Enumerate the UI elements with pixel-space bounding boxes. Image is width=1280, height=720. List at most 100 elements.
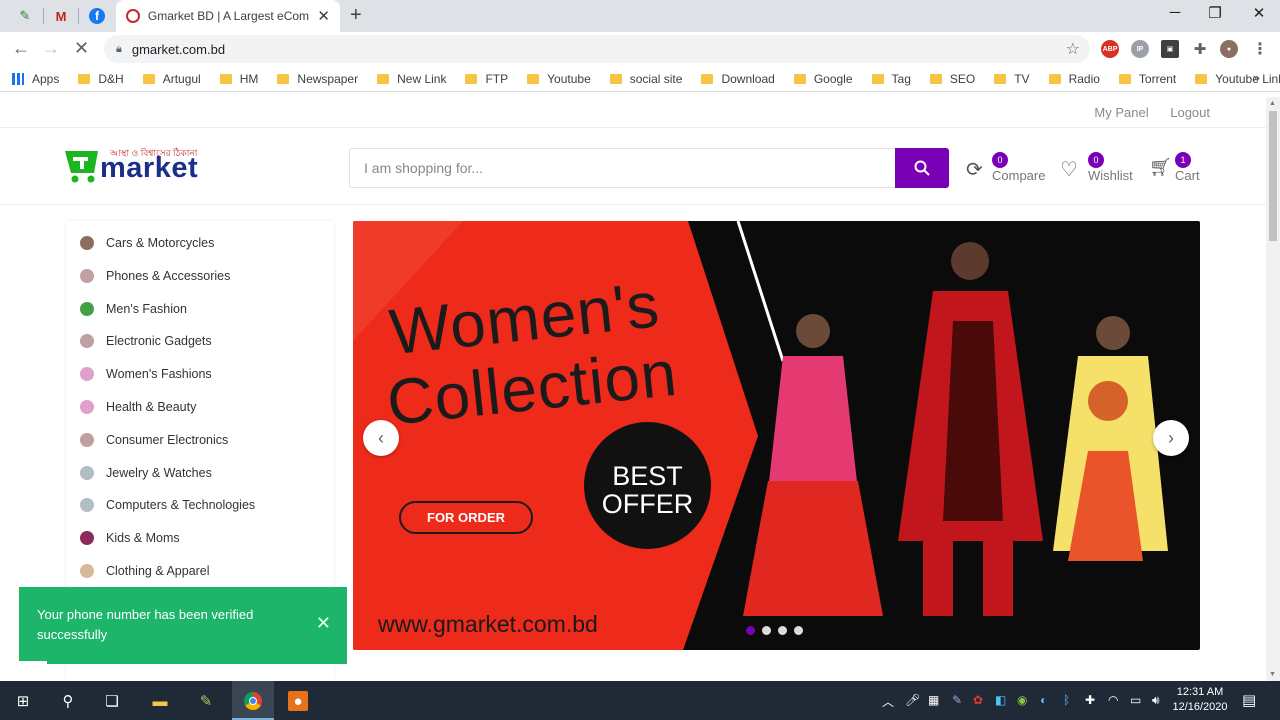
bookmark-folder[interactable]: HM	[219, 72, 258, 86]
bookmark-folder[interactable]: New Link	[377, 72, 446, 86]
bookmark-folder[interactable]: Tag	[871, 72, 911, 86]
toast-close-icon[interactable]: ✕	[316, 613, 331, 633]
my-panel-link[interactable]: My Panel	[1094, 105, 1148, 120]
logout-link[interactable]: Logout	[1170, 105, 1210, 120]
next-slide-button[interactable]: ›	[1153, 420, 1189, 456]
active-tab[interactable]: Gmarket BD | A Largest eCommerce ✕	[116, 0, 340, 32]
forward-icon[interactable]: →	[42, 38, 60, 59]
media-app-icon[interactable]: ●	[288, 691, 308, 711]
file-explorer-icon[interactable]: ▬	[150, 691, 170, 711]
category-icon	[80, 268, 94, 283]
new-tab-icon[interactable]: +	[350, 4, 362, 27]
slide-dot[interactable]	[746, 626, 755, 635]
bluetooth-icon[interactable]: ᛒ	[1063, 693, 1070, 707]
more-bookmarks-icon[interactable]: »	[1253, 70, 1260, 85]
search-icon[interactable]: ⚲	[58, 691, 78, 711]
notifications-icon[interactable]: ▤	[1242, 691, 1256, 709]
bookmark-folder[interactable]: Newspaper	[277, 72, 358, 86]
tray-app-icon[interactable]: ◉	[1017, 693, 1027, 707]
category-item[interactable]: Jewelry & Watches	[80, 465, 212, 480]
tray-app-icon[interactable]: ✚	[1085, 693, 1095, 707]
keyboard-icon[interactable]: ▦	[928, 693, 939, 707]
page-scrollbar[interactable]: ▲ ▼	[1266, 97, 1280, 681]
battery-icon[interactable]: ▭	[1130, 693, 1141, 707]
bookmark-folder[interactable]: D&H	[78, 72, 124, 86]
category-item[interactable]: Kids & Moms	[80, 531, 180, 546]
stop-icon[interactable]: ✕	[74, 38, 89, 59]
chrome-icon[interactable]	[243, 691, 263, 711]
scroll-up-icon[interactable]: ▲	[1269, 100, 1276, 107]
prev-slide-button[interactable]: ‹	[363, 420, 399, 456]
ip-extension-icon[interactable]: IP	[1131, 40, 1149, 58]
category-item[interactable]: Clothing & Apparel	[80, 564, 210, 578]
bookmark-folder[interactable]: Artugul	[142, 72, 201, 86]
category-icon	[80, 564, 94, 578]
slide-dot[interactable]	[778, 626, 787, 635]
category-item[interactable]: Phones & Accessories	[80, 268, 230, 283]
search-button[interactable]	[895, 148, 949, 188]
screenshot-extension-icon[interactable]: ▣	[1161, 40, 1179, 58]
volume-icon[interactable]: 🔊︎	[1152, 693, 1160, 708]
scroll-down-icon[interactable]: ▼	[1269, 671, 1276, 678]
bookmark-folder[interactable]: Google	[793, 72, 853, 86]
cart-button[interactable]: 🛒︎ 1 Cart	[1149, 152, 1209, 188]
tray-app-icon[interactable]: ◐	[1040, 693, 1047, 707]
bookmark-apps[interactable]: Apps	[12, 72, 59, 86]
bookmark-folder[interactable]: social site	[609, 72, 682, 86]
app-icon[interactable]: ✎	[196, 691, 216, 711]
tray-app-icon[interactable]: ◧	[995, 693, 1006, 707]
tray-chevron-icon[interactable]: ︿	[882, 693, 894, 710]
for-order-button[interactable]: FOR ORDER	[399, 501, 533, 534]
bookmark-folder[interactable]: Download	[701, 71, 775, 86]
category-item[interactable]: Consumer Electronics	[80, 432, 228, 447]
pinned-tab-facebook-icon[interactable]: f	[84, 4, 110, 28]
search-input[interactable]: I am shopping for...	[349, 148, 896, 188]
category-item[interactable]: Health & Beauty	[80, 400, 196, 414]
bookmark-label: Youtube Link	[1215, 71, 1280, 86]
category-item[interactable]: Computers & Technologies	[80, 498, 255, 513]
category-item[interactable]: Electronic Gadgets	[80, 334, 212, 349]
address-bar[interactable]: 🔒︎ gmarket.com.bd ☆	[104, 35, 1090, 63]
scroll-thumb[interactable]	[1269, 111, 1277, 241]
close-tab-icon[interactable]: ✕	[317, 7, 330, 25]
restore-icon[interactable]: ❐	[1192, 4, 1238, 22]
bookmark-label: Download	[721, 71, 775, 86]
wifi-icon[interactable]: ◠	[1108, 693, 1118, 707]
star-icon[interactable]: ☆	[1066, 39, 1080, 59]
pen-icon[interactable]: ✎	[952, 693, 962, 707]
category-item[interactable]: Men's Fashion	[80, 301, 187, 316]
slide-dot[interactable]	[794, 626, 803, 635]
close-window-icon[interactable]: ✕	[1236, 4, 1280, 22]
bookmark-folder[interactable]: FTP	[465, 72, 508, 86]
pinned-tab-leaf-icon[interactable]: ✎	[12, 4, 38, 28]
slide-dots	[746, 626, 810, 635]
bookmark-folder[interactable]: Youtube Link	[1195, 72, 1280, 86]
taskbar-clock[interactable]: 12:31 AM 12/16/2020	[1168, 685, 1232, 715]
back-icon[interactable]: ←	[12, 38, 30, 59]
menu-icon[interactable]: ⋮	[1251, 40, 1269, 58]
logo-text: market	[100, 152, 199, 184]
category-label: Health & Beauty	[106, 400, 197, 414]
bookmark-folder[interactable]: Radio	[1048, 72, 1100, 86]
bookmark-label: New Link	[397, 71, 447, 86]
tray-app-icon[interactable]: ✿	[973, 693, 983, 707]
slide-dot[interactable]	[762, 626, 771, 635]
microphone-icon[interactable]: 🎤︎	[905, 693, 920, 707]
pinned-tab-gmail-icon[interactable]: M	[48, 4, 74, 28]
wishlist-button[interactable]: ♡ 0 Wishlist	[1060, 152, 1140, 188]
address-url[interactable]: gmarket.com.bd	[132, 42, 225, 57]
task-view-icon[interactable]: ❏	[102, 691, 122, 711]
bookmark-folder[interactable]: TV	[994, 72, 1030, 86]
bookmark-folder[interactable]: Torrent	[1118, 72, 1176, 86]
hero-banner[interactable]: Women's Collection FOR ORDER BEST OFFER …	[353, 221, 1200, 650]
compare-button[interactable]: ⟳ 0 Compare	[966, 152, 1050, 188]
profile-avatar[interactable]: ●	[1220, 40, 1238, 58]
bookmark-folder[interactable]: SEO	[929, 72, 975, 86]
category-item[interactable]: Cars & Motorcycles	[80, 236, 214, 250]
bookmark-folder[interactable]: Youtube	[527, 72, 591, 86]
category-item[interactable]: Women's Fashions	[80, 367, 212, 382]
gmarket-logo[interactable]: আস্থা ও বিশ্বাসের ঠিকানা market	[64, 146, 224, 186]
adblock-icon[interactable]: ABP	[1101, 40, 1119, 58]
extensions-icon[interactable]: ✚	[1191, 40, 1209, 58]
windows-start-icon[interactable]: ⊞	[13, 691, 33, 711]
